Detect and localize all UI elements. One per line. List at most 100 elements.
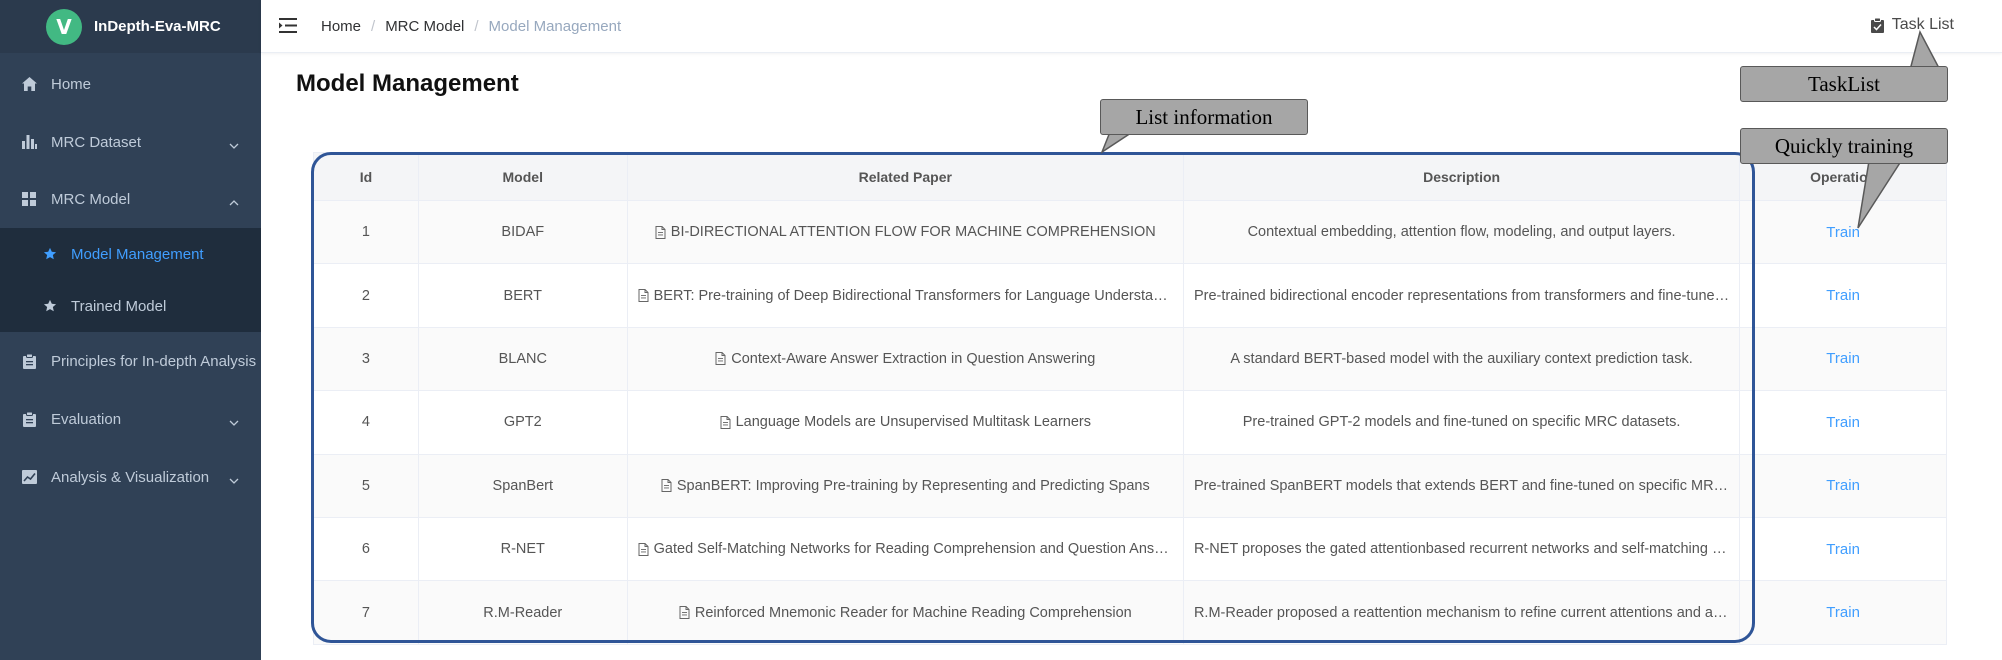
submenu-mrc-model: Model Management Trained Model	[0, 228, 261, 332]
train-button[interactable]: Train	[1826, 541, 1860, 558]
document-icon	[679, 606, 690, 620]
cell-id-text: 2	[361, 287, 370, 304]
table-row: 1 BIDAF BI-DIRECTIONAL ATTENTION FLOW FOR …	[314, 201, 1946, 265]
cell-id-text: 4	[361, 414, 370, 431]
app-root: V InDepth-Eva-MRC Home MRC Dataset MRC M…	[0, 0, 2002, 660]
cell-paper-text[interactable]: BI-DIRECTIONAL ATTENTION FLOW FOR MACHIN…	[671, 224, 1156, 240]
column-header-id: Id	[314, 153, 419, 200]
cell-operation: Train	[1740, 518, 1946, 580]
breadcrumb-mrc-model[interactable]: MRC Model	[385, 18, 464, 35]
cell-model-text: SpanBert	[492, 477, 553, 494]
cell-model: BLANC	[419, 327, 628, 391]
cell-model: R.M-Reader	[419, 581, 628, 644]
cell-paper-text[interactable]: BERT: Pre-training of Deep Bidirectional…	[654, 288, 1173, 304]
sidebar-subitem-label: Model Management	[71, 245, 204, 263]
chevron-down-icon	[229, 136, 239, 153]
grid-icon	[21, 191, 37, 207]
train-button[interactable]: Train	[1826, 477, 1860, 494]
train-button[interactable]: Train	[1826, 604, 1860, 621]
cell-paper-text[interactable]: Reinforced Mnemonic Reader for Machine R…	[695, 605, 1132, 621]
column-header-model: Model	[419, 153, 628, 200]
task-list-button[interactable]: Task List	[1870, 16, 1954, 34]
cell-operation: Train	[1740, 201, 1946, 263]
breadcrumb: Home / MRC Model / Model Management	[321, 18, 621, 35]
page-title: Model Management	[296, 70, 519, 97]
line-chart-icon	[21, 469, 37, 485]
sidebar-item-home[interactable]: Home	[0, 55, 261, 113]
hamburger-icon[interactable]	[279, 17, 299, 35]
sidebar-item-analysis-visualization[interactable]: Analysis & Visualization	[0, 448, 261, 506]
cell-model-text: GPT2	[503, 414, 542, 431]
cell-model: SpanBert	[419, 454, 628, 517]
cell-related-paper[interactable]: BERT: Pre-training of Deep Bidirectional…	[628, 264, 1184, 327]
cell-model-text: R-NET	[500, 541, 545, 558]
cell-model: GPT2	[419, 391, 628, 454]
sidebar-subitem-trained-model[interactable]: Trained Model	[0, 280, 261, 332]
table-row: 4 GPT2 Language Models are Unsupervised Mu…	[314, 391, 1946, 455]
cell-description: A standard BERT-based model with the aux…	[1184, 327, 1741, 391]
sidebar-item-mrc-dataset[interactable]: MRC Dataset	[0, 113, 261, 171]
sidebar-item-label: MRC Dataset	[51, 133, 142, 151]
breadcrumb-separator: /	[371, 18, 376, 35]
train-button[interactable]: Train	[1826, 224, 1860, 241]
logo-bar[interactable]: V InDepth-Eva-MRC	[0, 0, 261, 53]
logo-icon: V	[46, 8, 82, 45]
cell-operation: Train	[1740, 581, 1946, 643]
cell-model-text: R.M-Reader	[483, 604, 563, 621]
cell-related-paper[interactable]: Reinforced Mnemonic Reader for Machine R…	[628, 581, 1184, 644]
cell-paper-text[interactable]: Context-Aware Answer Extraction in Quest…	[731, 351, 1095, 367]
table-header: Id Model Related Paper Description Opera…	[314, 153, 1946, 201]
cell-id-text: 7	[361, 604, 370, 621]
clipboard-icon	[21, 411, 37, 427]
cell-related-paper[interactable]: BI-DIRECTIONAL ATTENTION FLOW FOR MACHIN…	[628, 201, 1184, 264]
cell-description-text: R.M-Reader proposed a reattention mechan…	[1193, 604, 1730, 621]
table-row: 5 SpanBert SpanBERT: Improving Pre-trainin…	[314, 454, 1946, 518]
cell-description: Pre-trained SpanBERT models that extends…	[1184, 454, 1741, 517]
sidebar-item-evaluation[interactable]: Evaluation	[0, 390, 261, 448]
cell-related-paper[interactable]: Context-Aware Answer Extraction in Quest…	[628, 327, 1184, 391]
cell-id: 6	[314, 517, 419, 581]
sidebar-item-label: Analysis & Visualization	[51, 468, 210, 486]
train-button[interactable]: Train	[1826, 350, 1860, 367]
cell-description-text: Pre-trained bidirectional encoder repres…	[1193, 287, 1729, 304]
clipboard-icon	[21, 353, 37, 369]
cell-id: 7	[314, 581, 419, 644]
cell-id: 4	[314, 391, 419, 454]
cell-related-paper[interactable]: Language Models are Unsupervised Multita…	[628, 391, 1184, 454]
cell-description: R.M-Reader proposed a reattention mechan…	[1184, 581, 1741, 644]
sidebar-item-mrc-model[interactable]: MRC Model	[0, 170, 261, 228]
cell-related-paper[interactable]: SpanBERT: Improving Pre-training by Repr…	[628, 454, 1184, 517]
table-row: 6 R-NET Gated Self-Matching Networks for R…	[314, 517, 1946, 582]
breadcrumb-home[interactable]: Home	[321, 18, 361, 35]
chevron-down-icon	[229, 413, 239, 430]
breadcrumb-current: Model Management	[488, 18, 622, 35]
cell-operation: Train	[1740, 455, 1946, 517]
train-button[interactable]: Train	[1826, 414, 1860, 431]
cell-paper-text[interactable]: Language Models are Unsupervised Multita…	[736, 414, 1091, 430]
cell-description: Contextual embedding, attention flow, mo…	[1184, 201, 1741, 264]
home-icon	[21, 76, 37, 92]
cell-id-text: 6	[361, 541, 370, 558]
document-icon	[715, 352, 726, 366]
sidebar-subitem-label: Trained Model	[71, 297, 167, 315]
cell-description-text: Contextual embedding, attention flow, mo…	[1247, 224, 1676, 241]
cell-operation: Train	[1740, 391, 1946, 453]
train-button[interactable]: Train	[1826, 287, 1860, 304]
cell-paper-text[interactable]: SpanBERT: Improving Pre-training by Repr…	[677, 478, 1150, 494]
column-header-related-paper: Related Paper	[628, 153, 1184, 200]
cell-related-paper[interactable]: Gated Self-Matching Networks for Reading…	[628, 517, 1184, 581]
cell-description-text: Pre-trained SpanBERT models that extends…	[1193, 477, 1730, 494]
cell-model-text: BLANC	[498, 350, 547, 367]
document-icon	[638, 289, 649, 303]
cell-paper-text[interactable]: Gated Self-Matching Networks for Reading…	[654, 541, 1173, 557]
clipboard-check-icon	[1870, 17, 1884, 33]
sidebar-item-principles[interactable]: Principles for In-depth Analysis	[0, 332, 261, 390]
cell-id-text: 3	[361, 350, 370, 367]
top-navbar: Home / MRC Model / Model Management Task…	[261, 0, 2002, 53]
chevron-up-icon	[229, 193, 239, 210]
cell-model-text: BIDAF	[501, 224, 545, 241]
table-body: 1 BIDAF BI-DIRECTIONAL ATTENTION FLOW FOR …	[314, 201, 1946, 645]
cell-description: Pre-trained GPT-2 models and fine-tuned …	[1184, 391, 1741, 454]
cell-id: 3	[314, 327, 419, 391]
sidebar-subitem-model-management[interactable]: Model Management	[0, 228, 261, 280]
